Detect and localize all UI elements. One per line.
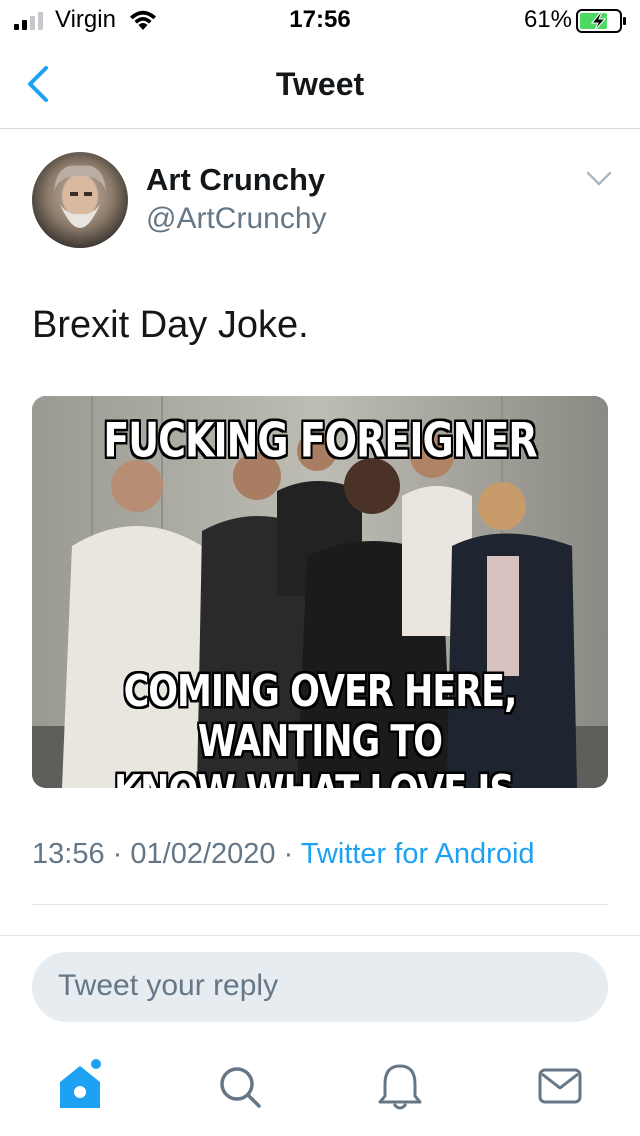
reply-placeholder: Tweet your reply bbox=[58, 969, 279, 1002]
tweet-text: Brexit Day Joke. bbox=[32, 304, 309, 346]
battery-charging-icon bbox=[576, 9, 626, 33]
notifications-icon[interactable] bbox=[375, 1058, 425, 1114]
tweet-media[interactable]: FUCKING FOREIGNER COMING OVER HERE, WANT… bbox=[32, 396, 608, 788]
avatar[interactable] bbox=[32, 152, 128, 248]
meme-bottom-caption-line2: KNOW WHAT LOVE IS. bbox=[32, 767, 608, 788]
chevron-down-icon[interactable] bbox=[584, 168, 614, 190]
avatar-image bbox=[54, 165, 106, 228]
tweet-date: 01/02/2020 bbox=[130, 838, 276, 870]
page-title: Tweet bbox=[275, 66, 365, 102]
meta-separator: · bbox=[283, 838, 294, 870]
meme-bottom-caption: COMING OVER HERE, WANTING TO KNOW WHAT L… bbox=[32, 667, 608, 788]
reply-input[interactable]: Tweet your reply bbox=[32, 952, 608, 1022]
author-name[interactable]: Art Crunchy bbox=[146, 162, 325, 198]
nav-bar: Tweet bbox=[0, 40, 640, 129]
messages-icon[interactable] bbox=[535, 1058, 585, 1114]
tweet-metadata: 13:56 · 01/02/2020 · Twitter for Android bbox=[32, 838, 535, 871]
search-icon[interactable] bbox=[215, 1058, 265, 1114]
tweet-time: 13:56 bbox=[32, 838, 105, 870]
divider bbox=[0, 935, 640, 936]
meta-separator: · bbox=[112, 838, 123, 870]
divider bbox=[32, 904, 608, 905]
tweet-source-link[interactable]: Twitter for Android bbox=[301, 838, 535, 870]
battery-percentage: 61% bbox=[523, 6, 572, 33]
home-icon[interactable] bbox=[55, 1058, 105, 1114]
meme-top-caption: FUCKING FOREIGNER bbox=[103, 412, 537, 468]
status-bar: Virgin 17:56 61% bbox=[0, 0, 640, 40]
meme-bottom-caption-line1: COMING OVER HERE, WANTING TO bbox=[123, 667, 518, 767]
author-handle[interactable]: @ArtCrunchy bbox=[146, 202, 327, 236]
